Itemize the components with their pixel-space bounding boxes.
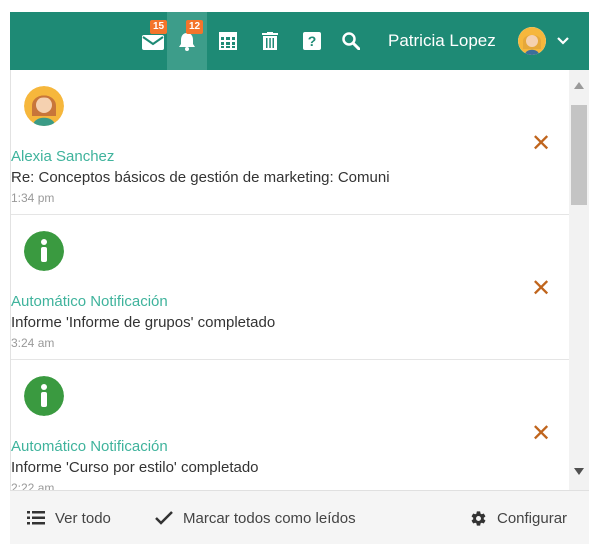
info-icon [24, 231, 64, 271]
help-icon: ? [303, 32, 321, 50]
messages-badge: 15 [150, 20, 168, 34]
mark-all-read-button[interactable]: Marcar todos como leídos [155, 491, 356, 544]
footer: Ver todo Marcar todos como leídos Config… [10, 490, 589, 544]
view-all-label: Ver todo [55, 509, 111, 527]
alerts-button[interactable]: 12 [167, 12, 207, 70]
search-button[interactable] [338, 12, 364, 70]
notification-time: 1:34 pm [11, 191, 55, 205]
top-bar: 15 12 ? Patricia Lopez [10, 12, 589, 70]
scroll-down-arrow-icon[interactable] [574, 468, 584, 475]
notification-message: Re: Conceptos básicos de gestión de mark… [11, 169, 390, 186]
notification-message: Informe 'Informe de grupos' completado [11, 314, 276, 331]
notification-time: 2:22 am [11, 481, 55, 490]
user-menu-toggle[interactable] [550, 12, 576, 70]
trash-button[interactable] [257, 12, 283, 70]
calendar-icon [219, 32, 237, 50]
search-icon [342, 32, 360, 50]
notification-sender: Alexia Sanchez [11, 148, 115, 165]
scrollbar-thumb[interactable] [571, 105, 587, 205]
list-icon [27, 511, 45, 525]
info-icon [24, 376, 64, 416]
notification-time: 3:24 am [11, 336, 55, 350]
scroll-up-arrow-icon[interactable] [574, 82, 584, 89]
help-button[interactable]: ? [299, 12, 325, 70]
notification-message: Informe 'Curso por estilo' completado [11, 459, 259, 476]
svg-text:?: ? [308, 33, 317, 49]
user-avatar-icon [24, 86, 64, 126]
view-all-button[interactable]: Ver todo [27, 491, 111, 544]
chevron-down-icon [557, 37, 569, 45]
notification-sender: Automático Notificación [11, 438, 168, 455]
dismiss-icon[interactable]: ✕ [531, 422, 551, 446]
dismiss-icon[interactable]: ✕ [531, 132, 551, 156]
user-avatar-icon[interactable] [518, 27, 546, 55]
configure-button[interactable]: Configurar [470, 491, 567, 544]
notification-item[interactable]: Alexia Sanchez Re: Conceptos básicos de … [11, 70, 569, 215]
trash-icon [262, 32, 278, 50]
bell-icon [179, 33, 195, 51]
scrollbar[interactable] [569, 70, 589, 490]
configure-label: Configurar [497, 509, 568, 527]
notification-item[interactable]: Automático Notificación Informe 'Informe… [11, 215, 569, 360]
checkmark-icon [155, 511, 173, 525]
notification-list: Alexia Sanchez Re: Conceptos básicos de … [10, 70, 569, 490]
alerts-badge: 12 [186, 20, 204, 34]
calendar-button[interactable] [215, 12, 241, 70]
notification-item[interactable]: Automático Notificación Informe 'Curso p… [11, 360, 569, 490]
envelope-icon [142, 35, 164, 50]
notification-sender: Automático Notificación [11, 293, 168, 310]
gear-icon [471, 510, 486, 526]
dismiss-icon[interactable]: ✕ [531, 277, 551, 301]
mark-all-read-label: Marcar todos como leídos [183, 509, 356, 527]
user-name[interactable]: Patricia Lopez [388, 12, 496, 70]
